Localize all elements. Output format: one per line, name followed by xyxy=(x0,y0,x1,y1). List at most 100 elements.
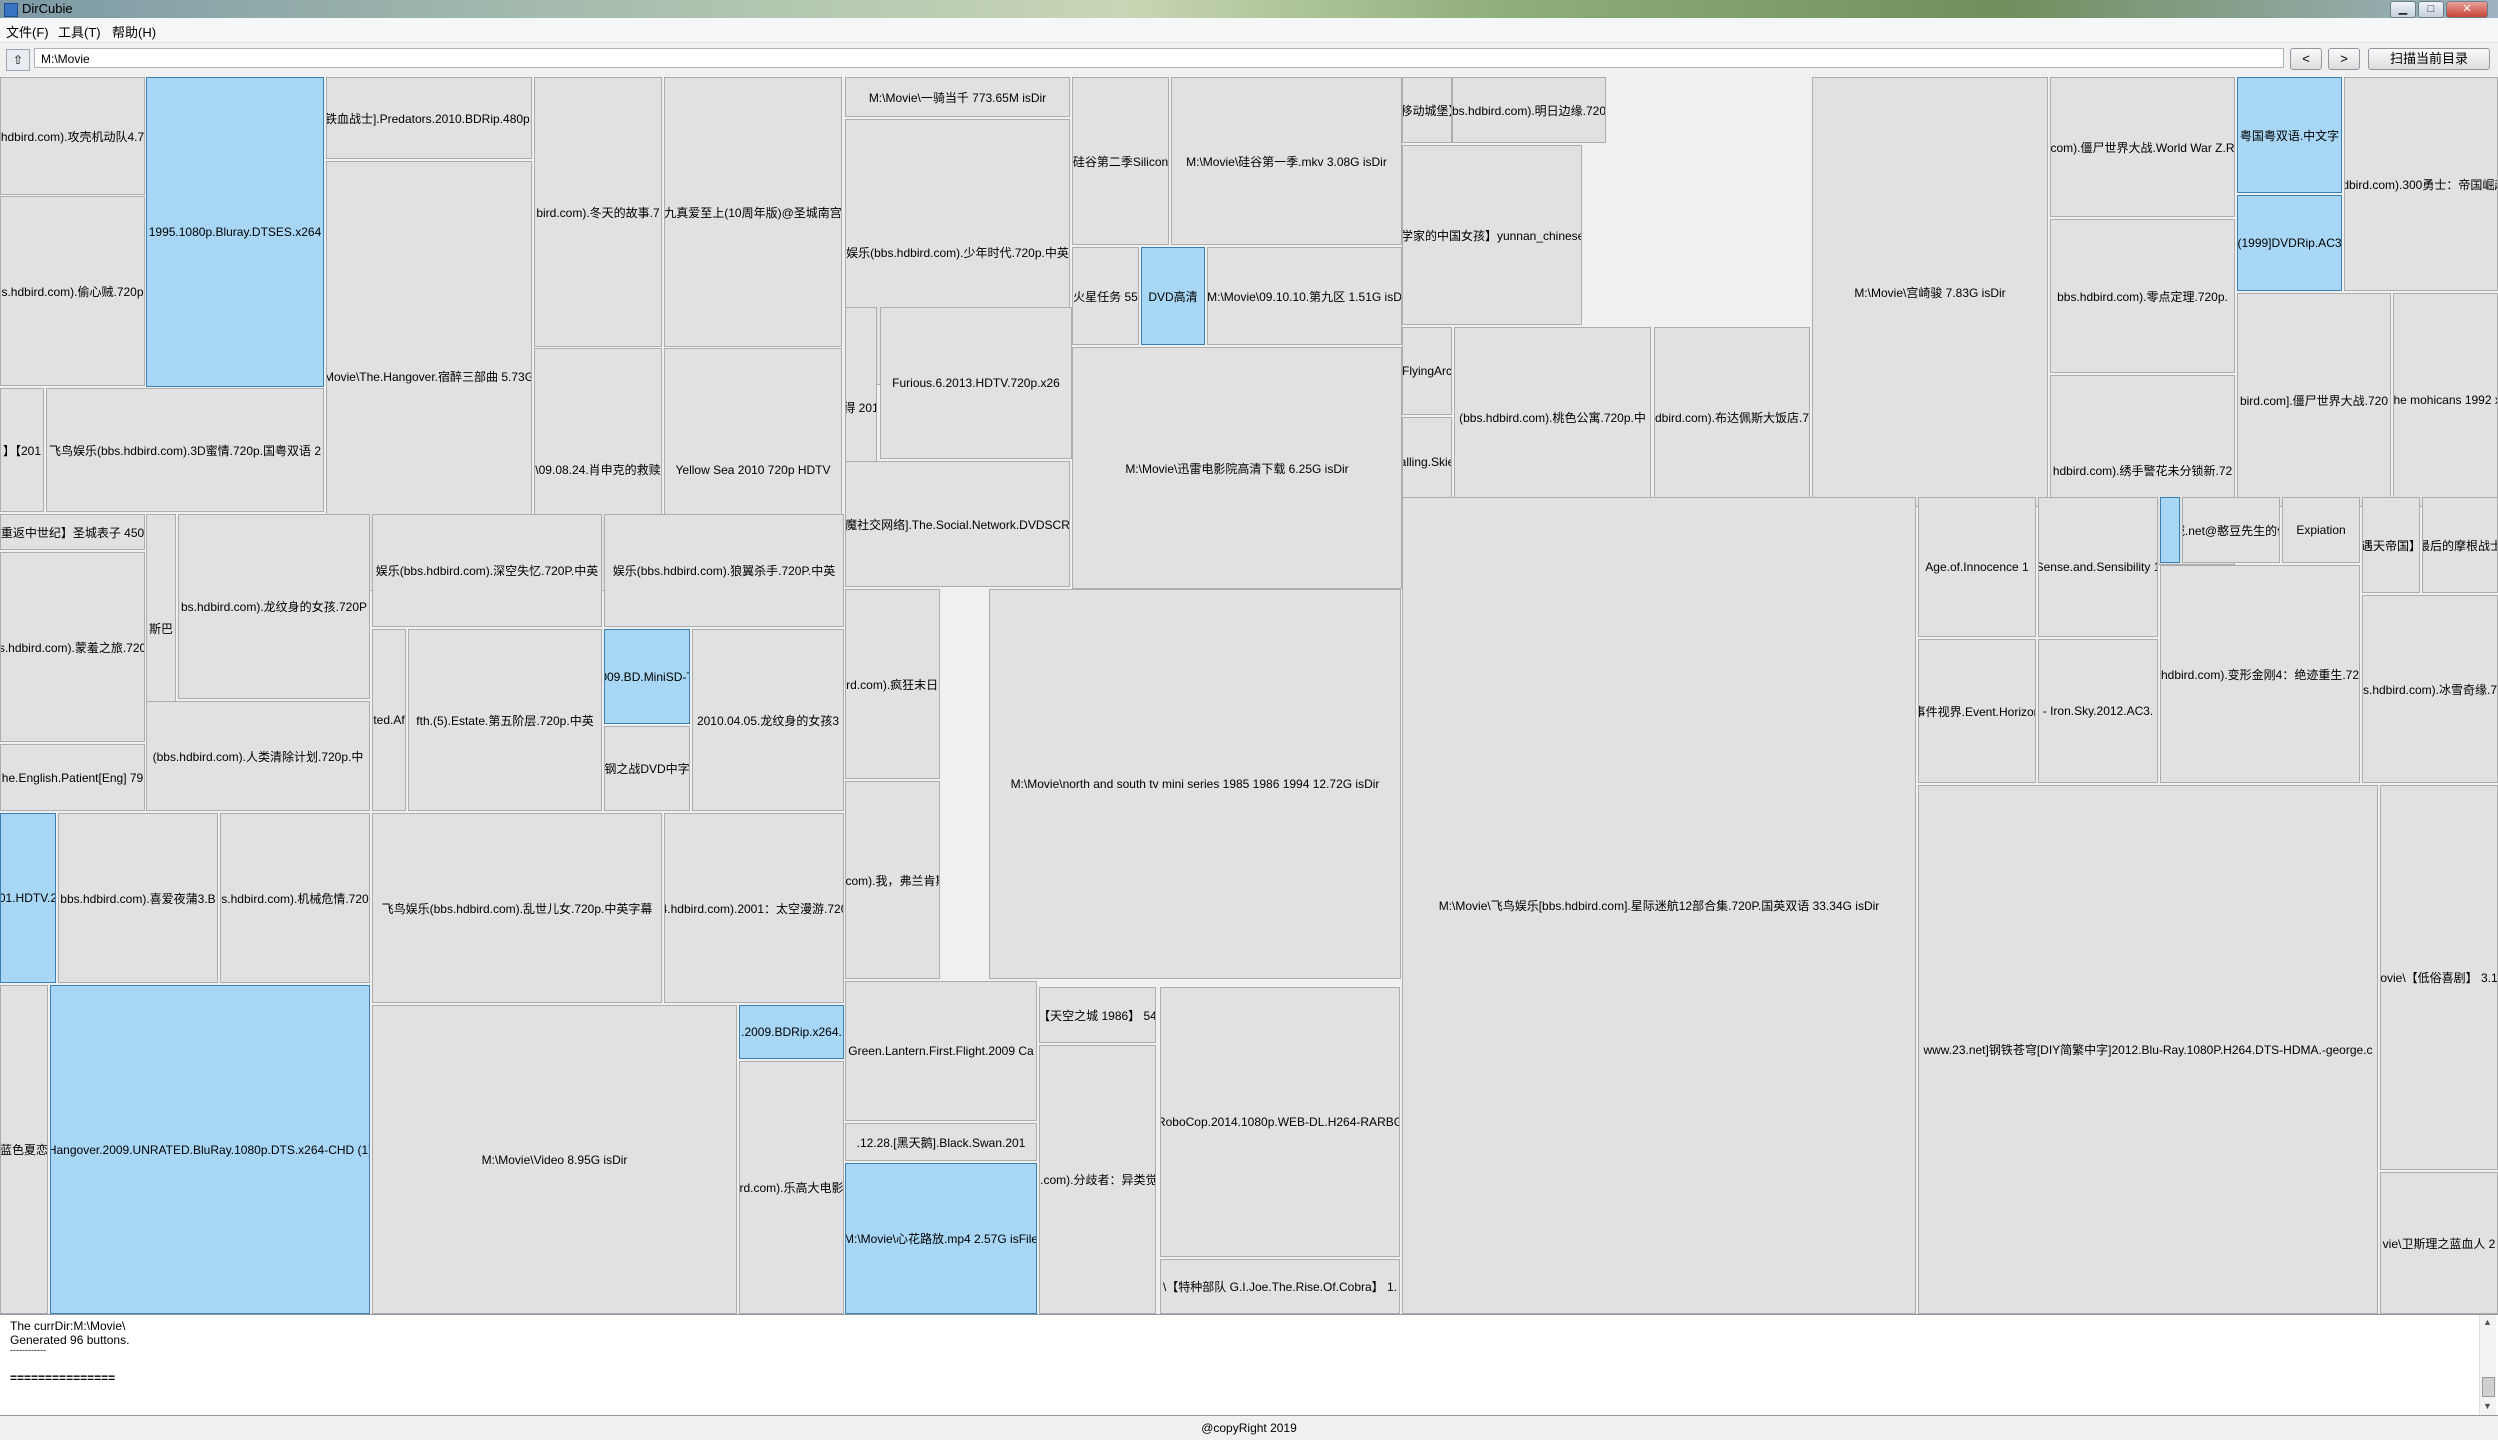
treemap-tile[interactable]: the mohicans 1992 x xyxy=(2393,293,2498,507)
treemap-tile[interactable]: 植物学家的中国女孩】yunnan_chinese_girl xyxy=(1402,145,1582,325)
treemap-tile[interactable]: (1999]DVDRip.AC3 xyxy=(2237,195,2342,291)
log-panel[interactable]: The currDir:M:\Movie\ Generated 96 butto… xyxy=(0,1314,2498,1416)
treemap-tile[interactable]: 火星任务 55 xyxy=(1072,247,1139,345)
address-toolbar: ⇧ M:\Movie < > 扫描当前目录 xyxy=(0,43,2498,77)
treemap-tile[interactable]: 事件视界.Event.Horizon xyxy=(1918,639,2036,783)
treemap-tile[interactable]: \【特种部队 G.I.Joe.The.Rise.Of.Cobra】 1. xyxy=(1160,1259,1400,1314)
log-scrollbar[interactable]: ▲ ▼ xyxy=(2479,1315,2496,1415)
treemap-tile[interactable]: Furious.6.2013.HDTV.720p.x26 xyxy=(880,307,1072,459)
treemap-tile[interactable]: bs.hdbird.com).龙纹身的女孩.720P xyxy=(178,514,370,699)
address-input[interactable]: M:\Movie xyxy=(34,48,2284,68)
scan-current-dir-button[interactable]: 扫描当前目录 xyxy=(2368,48,2490,70)
treemap-tile[interactable]: 蓝色夏恋 xyxy=(0,985,48,1314)
treemap-tile[interactable]: 4.hdbird.com).2001：太空漫游.720 xyxy=(664,813,844,1003)
treemap-tile[interactable]: bbs.hdbird.com).明日边缘.720p xyxy=(1452,77,1606,143)
treemap-tile[interactable]: M:\Movie\心花路放.mp4 2.57G isFile xyxy=(845,1163,1037,1314)
treemap-tile[interactable] xyxy=(2160,497,2180,563)
treemap-tile[interactable]: 娱乐(bbs.hdbird.com).狼翼杀手.720P.中英 xyxy=(604,514,844,627)
treemap-tile[interactable]: alling.Skie xyxy=(1402,417,1452,507)
treemap-tile[interactable]: 硅谷第二季Silicon xyxy=(1072,77,1169,245)
treemap-tile[interactable]: 】【201 xyxy=(0,388,44,512)
treemap-tile[interactable]: M:\Movie\north and south tv mini series … xyxy=(989,589,1401,979)
scroll-down-icon[interactable]: ▼ xyxy=(2483,1401,2492,1411)
treemap-tile[interactable]: 1995.1080p.Bluray.DTSES.x264 xyxy=(146,77,324,387)
tile-label: 魔社交网络].The.Social.Network.DVDSCR xyxy=(845,517,1070,532)
treemap-tile[interactable]: Hangover.2009.UNRATED.BluRay.1080p.DTS.x… xyxy=(50,985,370,1314)
treemap-tile[interactable]: M:\Movie\一骑当千 773.65M isDir xyxy=(845,77,1070,117)
folder-up-icon[interactable]: ⇧ xyxy=(6,49,30,71)
treemap-tile[interactable]: com).僵尸世界大战.World War Z.R xyxy=(2050,77,2235,217)
treemap-tile[interactable]: bird.com).我，弗兰肯斯坦. xyxy=(845,781,940,979)
close-button[interactable]: ✕ xyxy=(2446,1,2488,18)
treemap-tile[interactable]: 飞鸟娱乐(bbs.hdbird.com).乱世儿女.720p.中英字幕 xyxy=(372,813,662,1003)
treemap-tile[interactable]: 魔社交网络].The.Social.Network.DVDSCR xyxy=(845,461,1070,587)
back-button[interactable]: < xyxy=(2290,48,2322,70)
treemap-tile[interactable]: 九真爱至上(10周年版)@圣城南宫 xyxy=(664,77,842,347)
treemap-tile[interactable]: bird.com].僵尸世界大战.720 xyxy=(2237,293,2391,507)
treemap-tile[interactable]: M:\Movie\宫崎骏 7.83G isDir xyxy=(1812,77,2048,507)
treemap-tile[interactable]: vie\卫斯理之蓝血人 2 xyxy=(2380,1172,2498,1314)
treemap-tile[interactable]: (bbs.hdbird.com).桃色公寓.720p.中 xyxy=(1454,327,1651,507)
treemap-tile[interactable]: hdbird.com).变形金刚4：绝迹重生.72 xyxy=(2160,565,2360,783)
treemap-tile[interactable]: - Iron.Sky.2012.AC3. xyxy=(2038,639,2158,783)
treemap-tile[interactable]: M:\Movie\迅雷电影院高清下载 6.25G isDir xyxy=(1072,347,1402,589)
treemap-tile[interactable]: Expiation xyxy=(2282,497,2360,563)
treemap-tile[interactable]: 遇天帝国】 xyxy=(2362,497,2420,593)
treemap-tile[interactable]: bird.com).冬天的故事.7 xyxy=(534,77,662,347)
treemap-tile[interactable]: DVD高清 xyxy=(1141,247,1205,345)
treemap-tile[interactable]: FlyingArc xyxy=(1402,327,1452,415)
menu-tools[interactable]: 工具(T) xyxy=(58,22,101,41)
treemap-tile[interactable]: 娱乐(bbs.hdbird.com).深空失忆.720P.中英 xyxy=(372,514,602,627)
treemap-tile[interactable]: 009.BD.MiniSD-T xyxy=(604,629,690,724)
treemap-tile[interactable]: M:\Movie\Video 8.95G isDir xyxy=(372,1005,737,1314)
menu-help[interactable]: 帮助(H) xyxy=(112,22,156,41)
treemap-tile[interactable]: 最后的摩根战士 xyxy=(2422,497,2498,593)
treemap-tile[interactable]: Sense.and.Sensibility 1 xyxy=(2038,497,2158,637)
treemap-tile[interactable]: dbird.com).布达佩斯大饭店.7 xyxy=(1654,327,1810,507)
treemap-tile[interactable]: 长城.net@憨豆先生的假期 xyxy=(2182,497,2280,563)
tile-label: 斯巴 xyxy=(148,621,173,636)
tile-label: Yellow Sea 2010 720p HDTV xyxy=(675,462,831,477)
treemap-tile[interactable]: fth.(5).Estate.第五阶层.720p.中英 xyxy=(408,629,602,811)
treemap-tile[interactable]: (bbs.hdbird.com).人类清除计划.720p.中 xyxy=(146,701,370,811)
treemap-tile[interactable]: hdbird.com).300勇士：帝国崛起 xyxy=(2344,77,2498,291)
treemap-tile[interactable]: M:\Movie\硅谷第一季.mkv 3.08G isDir xyxy=(1171,77,1402,245)
minimize-button[interactable]: ▁ xyxy=(2390,1,2416,18)
treemap-tile[interactable]: s.hdbird.com).冰雪奇缘.7 xyxy=(2362,595,2498,783)
treemap-tile[interactable]: s.hdbird.com).偷心贼.720p xyxy=(0,196,145,386)
treemap-tile[interactable]: M:\Movie\飞鸟娱乐[bbs.hdbird.com].星际迷航12部合集.… xyxy=(1402,497,1916,1314)
treemap-tile[interactable]: 【天空之城 1986】 54 xyxy=(1039,987,1156,1043)
scroll-thumb[interactable] xyxy=(2482,1377,2495,1397)
treemap-tile[interactable]: s.hdbird.com).机械危情.720 xyxy=(220,813,370,983)
treemap-tile[interactable]: ovie\【低俗喜剧】 3.1 xyxy=(2380,785,2498,1170)
treemap-tile[interactable]: bbs.hdbird.com).喜爱夜蒲3.B xyxy=(58,813,218,983)
treemap-tile[interactable]: ted.Af xyxy=(372,629,406,811)
tile-label: www.23.net]钢铁苍穹[DIY简繁中字]2012.Blu-Ray.108… xyxy=(1923,1043,2373,1057)
menu-file[interactable]: 文件(F) xyxy=(6,22,49,41)
treemap-tile[interactable]: M:\Movie\09.10.10.第九区 1.51G isD xyxy=(1207,247,1402,345)
treemap-tile[interactable]: rd.com).乐高大电影 xyxy=(739,1061,844,1314)
treemap-tile[interactable]: 钢之战DVD中字 xyxy=(604,726,690,811)
treemap-tile[interactable]: 飞鸟娱乐(bbs.hdbird.com).3D蜜情.720p.国粤双语 2 xyxy=(46,388,324,512)
treemap-tile[interactable]: 2010.04.05.龙纹身的女孩3 xyxy=(692,629,844,811)
forward-button[interactable]: > xyxy=(2328,48,2360,70)
treemap-tile[interactable]: 重返中世纪】圣城表子 450 xyxy=(0,514,145,550)
treemap-tile[interactable]: www.23.net]钢铁苍穹[DIY简繁中字]2012.Blu-Ray.108… xyxy=(1918,785,2378,1314)
treemap-tile[interactable]: Green.Lantern.First.Flight.2009 Ca xyxy=(845,981,1037,1121)
treemap-tile[interactable]: .12.28.[黑天鹅].Black.Swan.201 xyxy=(845,1123,1037,1161)
scroll-up-icon[interactable]: ▲ xyxy=(2483,1317,2492,1327)
treemap-tile[interactable]: k：别碰他的移动城堡】Haro'sCast xyxy=(1402,77,1452,143)
treemap-tile[interactable]: 粤国粤双语.中文字 xyxy=(2237,77,2342,193)
treemap-tile[interactable]: .2009.BDRip.x264. xyxy=(739,1005,844,1059)
treemap-tile[interactable]: RoboCop.2014.1080p.WEB-DL.H264-RARBG xyxy=(1160,987,1400,1257)
treemap-tile[interactable]: hdbird.com).攻壳机动队4.7 xyxy=(0,77,145,195)
maximize-button[interactable]: □ xyxy=(2418,1,2444,18)
treemap-tile[interactable]: hdbird.com).疯狂末日.720 xyxy=(845,589,940,779)
treemap-tile[interactable]: bbs.hdbird.com).零点定理.720p. xyxy=(2050,219,2235,373)
treemap-tile[interactable]: Age.of.Innocence 1 xyxy=(1918,497,2036,637)
treemap-tile[interactable]: s.hdbird.com).蒙羞之旅.720 xyxy=(0,552,145,742)
treemap-tile[interactable]: 铁血战士].Predators.2010.BDRip.480p. xyxy=(326,77,532,159)
treemap-tile[interactable]: he.English.Patient[Eng] 79 xyxy=(0,744,145,811)
treemap-tile[interactable]: 01.HDTV.2 xyxy=(0,813,56,983)
treemap-tile[interactable]: l.com).分歧者：异类觉 xyxy=(1039,1045,1156,1314)
